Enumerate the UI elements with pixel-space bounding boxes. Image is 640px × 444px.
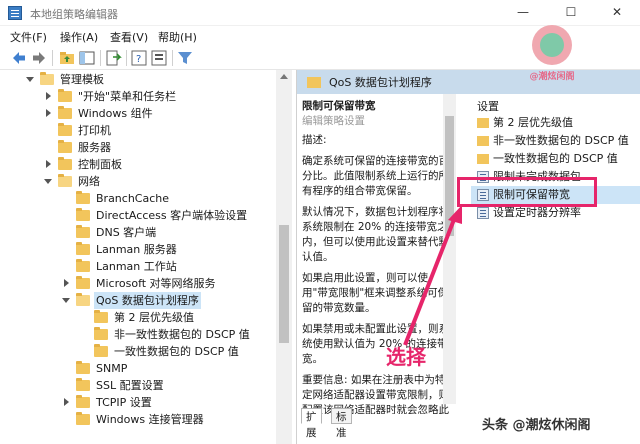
folder-icon	[76, 208, 90, 221]
folder-icon	[76, 361, 90, 374]
tree-scrollbar[interactable]	[276, 70, 292, 444]
menu-help[interactable]: 帮助(H)	[158, 29, 197, 45]
policy-name: 限制可保留带宽	[302, 100, 376, 112]
gpedit-app-icon	[8, 6, 22, 20]
policy-description: 限制可保留带宽 编辑策略设置 描述: 确定系统可保留的连接带宽的百分比。此值限制…	[297, 94, 457, 414]
description-scrollbar[interactable]	[443, 94, 456, 404]
expand-arrow-icon[interactable]	[44, 177, 53, 186]
expand-arrow-icon[interactable]	[62, 279, 71, 288]
expand-arrow-icon[interactable]	[44, 92, 53, 101]
maximize-button[interactable]: ☐	[548, 0, 594, 26]
folder-icon	[58, 123, 72, 136]
menu-action[interactable]: 操作(A)	[60, 29, 98, 45]
policy-tree: 管理模板 "开始"菜单和任务栏 Windows 组件 打印机 服务器 控制面板 …	[8, 70, 291, 444]
folder-icon	[58, 157, 72, 170]
toolbar-separator	[126, 50, 127, 66]
menu-view[interactable]: 查看(V)	[110, 29, 148, 45]
toolbar-separator	[52, 50, 53, 66]
toolbar-separator	[172, 50, 173, 66]
edit-policy-link[interactable]: 编辑策略设置	[302, 114, 452, 129]
folder-up-icon[interactable]	[58, 49, 76, 67]
expand-arrow-icon[interactable]	[62, 296, 71, 305]
folder-icon	[477, 136, 489, 146]
expand-arrow-icon[interactable]	[62, 398, 71, 407]
credit-text: 头条 @潮炫休闲阁	[482, 418, 591, 433]
folder-icon	[76, 276, 90, 289]
folder-icon	[94, 344, 108, 357]
watermark-inner-icon	[540, 33, 564, 57]
description-text: 如果启用此设置，则可以使用"带宽限制"框来调整系统可保留的带宽数量。	[302, 272, 449, 314]
folder-icon	[40, 72, 54, 85]
annotation-label: 选择	[386, 345, 426, 369]
tree-scrollbar-thumb[interactable]	[279, 225, 289, 343]
settings-list: 设置 第 2 层优先级值 非一致性数据包的 DSCP 值 一致性数据包的 DSC…	[463, 94, 640, 414]
expand-arrow-icon[interactable]	[44, 160, 53, 169]
toolbar-separator	[100, 50, 101, 66]
description-text: 默认情况下，数据包计划程序将系统限制在 20% 的连接带宽之内，但可以使用此设置…	[302, 206, 449, 263]
highlight-box	[457, 177, 597, 207]
folder-icon	[477, 118, 489, 128]
forward-arrow-icon[interactable]	[30, 49, 48, 67]
details-pane: QoS 数据包计划程序 限制可保留带宽 编辑策略设置 描述: 确定系统可保留的连…	[296, 70, 640, 444]
window-title: 本地组策略编辑器	[30, 8, 118, 21]
folder-icon	[58, 140, 72, 153]
back-arrow-icon[interactable]	[10, 49, 28, 67]
menu-file[interactable]: 文件(F)	[10, 29, 47, 45]
description-text: 确定系统可保留的连接带宽的百分比。此值限制系统上运行的所有程序的组合带宽保留。	[302, 155, 449, 197]
folder-icon	[76, 191, 90, 204]
folder-icon	[477, 154, 489, 164]
folder-icon	[76, 293, 90, 306]
folder-icon	[58, 89, 72, 102]
expand-arrow-icon[interactable]	[26, 75, 35, 84]
export-list-icon[interactable]	[104, 49, 122, 67]
folder-icon	[307, 77, 321, 88]
expand-arrow-icon[interactable]	[44, 109, 53, 118]
folder-icon	[76, 412, 90, 425]
properties-icon[interactable]	[150, 49, 168, 67]
scroll-up-arrow-icon[interactable]	[280, 74, 288, 79]
title-bar: 本地组策略编辑器 — ☐ ✕	[0, 0, 640, 26]
folder-icon	[76, 225, 90, 238]
folder-icon	[76, 259, 90, 272]
folder-icon	[76, 395, 90, 408]
folder-icon	[76, 242, 90, 255]
minimize-button[interactable]: —	[500, 0, 546, 26]
folder-icon	[94, 327, 108, 340]
tab-standard[interactable]: 标准	[331, 408, 352, 439]
show-hide-tree-icon[interactable]	[78, 49, 96, 67]
help-icon[interactable]: ?	[130, 49, 148, 67]
description-scrollbar-thumb[interactable]	[445, 116, 454, 236]
folder-icon	[76, 378, 90, 391]
details-header-title: QoS 数据包计划程序	[329, 76, 432, 89]
settings-column-header[interactable]: 设置	[477, 98, 499, 114]
policy-setting-icon	[477, 207, 489, 219]
details-header: QoS 数据包计划程序	[297, 70, 640, 94]
folder-icon	[94, 310, 108, 323]
folder-icon	[58, 174, 72, 187]
watermark-label: @潮炫闲阁	[529, 72, 575, 82]
description-text: 如果禁用或未配置此设置，则系统使用默认值为 20% 的连接带宽。	[302, 323, 449, 365]
filter-icon[interactable]	[176, 49, 194, 67]
svg-text:?: ?	[136, 54, 141, 65]
watermark-logo: @潮炫闲阁	[520, 25, 580, 85]
folder-icon	[58, 106, 72, 119]
close-button[interactable]: ✕	[594, 0, 640, 26]
description-text: 重要信息: 如果在注册表中为特定网络适配器设置带宽限制，则配置该网络适配器时就会…	[302, 374, 449, 414]
description-text: 描述:	[302, 134, 327, 146]
tab-extended[interactable]: 扩展	[301, 408, 322, 439]
